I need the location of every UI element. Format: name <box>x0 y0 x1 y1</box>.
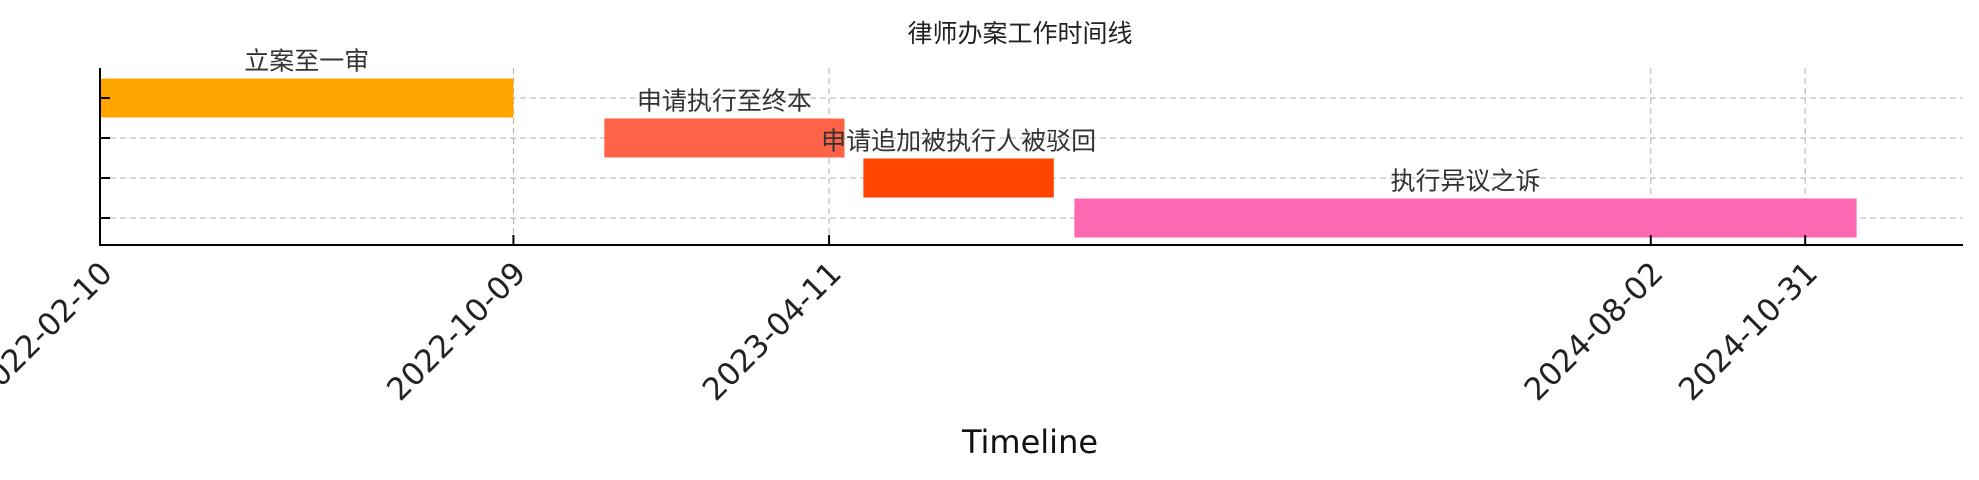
x-tick-label: 2023-04-11 <box>696 255 849 408</box>
task-bar <box>1074 198 1857 238</box>
x-tick-label: 2024-10-31 <box>1672 255 1825 408</box>
x-ticks: 2022-02-10 2022-10-09 2023-04-11 2024-08-02… <box>0 235 1825 408</box>
task-bar-label: 立案至一审 <box>244 47 369 76</box>
x-tick-label: 2022-10-09 <box>380 255 533 408</box>
x-tick-label: 2022-02-10 <box>0 255 120 408</box>
task-bar-label: 执行异议之诉 <box>1391 167 1541 196</box>
task-bar-label: 申请追加被执行人被驳回 <box>821 127 1096 156</box>
task-bar-label: 申请执行至终本 <box>637 87 812 116</box>
x-axis-label: Timeline <box>961 423 1098 461</box>
timeline-chart: 立案至一审申请执行至终本申请追加被执行人被驳回执行异议之诉 2022-02-10… <box>0 19 1963 461</box>
task-bar <box>863 158 1054 198</box>
x-tick-label: 2024-08-02 <box>1518 255 1671 408</box>
bars <box>100 78 1857 238</box>
task-bar <box>100 78 514 118</box>
chart-title: 律师办案工作时间线 <box>907 19 1132 48</box>
task-bar <box>604 118 845 158</box>
